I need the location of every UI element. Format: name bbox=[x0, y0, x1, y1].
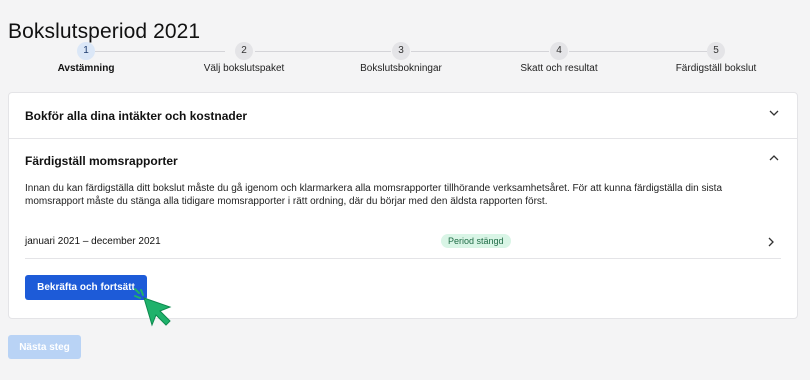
accordion-title: Färdigställ momsrapporter bbox=[25, 154, 178, 168]
step-2[interactable]: 2 Välj bokslutspaket bbox=[164, 42, 324, 74]
progress-stepper: 1 Avstämning 2 Välj bokslutspaket 3 Boks… bbox=[0, 42, 810, 82]
step-label: Välj bokslutspaket bbox=[203, 63, 285, 74]
click-cursor-icon bbox=[134, 288, 172, 327]
chevron-right-icon[interactable] bbox=[767, 237, 775, 247]
closing-checklist-card: Bokför alla dina intäkter och kostnader … bbox=[8, 92, 798, 319]
step-5[interactable]: 5 Färdigställ bokslut bbox=[636, 42, 796, 74]
accordion-header-vat-reports[interactable]: Färdigställ momsrapporter bbox=[9, 139, 797, 179]
confirm-continue-button[interactable]: Bekräfta och fortsätt bbox=[25, 275, 147, 300]
step-label: Färdigställ bokslut bbox=[675, 63, 757, 74]
step-label: Bokslutsbokningar bbox=[360, 63, 442, 74]
step-number: 3 bbox=[392, 42, 410, 60]
step-number: 1 bbox=[77, 42, 95, 60]
accordion-header-income-expenses[interactable]: Bokför alla dina intäkter och kostnader bbox=[9, 93, 797, 139]
step-number: 4 bbox=[550, 42, 568, 60]
step-label: Avstämning bbox=[57, 63, 115, 74]
chevron-up-icon bbox=[769, 155, 779, 161]
page-title: Bokslutsperiod 2021 bbox=[8, 20, 201, 44]
step-number: 2 bbox=[235, 42, 253, 60]
chevron-down-icon bbox=[769, 110, 779, 116]
step-4[interactable]: 4 Skatt och resultat bbox=[479, 42, 639, 74]
next-step-button[interactable]: Nästa steg bbox=[8, 335, 81, 359]
vat-reports-description: Innan du kan färdigställa ditt bokslut m… bbox=[25, 183, 723, 207]
status-badge: Period stängd bbox=[441, 234, 511, 248]
accordion-title: Bokför alla dina intäkter och kostnader bbox=[25, 109, 248, 123]
vat-report-row[interactable]: januari 2021 – december 2021 Period stän… bbox=[25, 226, 781, 259]
step-label: Skatt och resultat bbox=[520, 63, 598, 74]
vat-report-period: januari 2021 – december 2021 bbox=[25, 236, 161, 247]
step-number: 5 bbox=[707, 42, 725, 60]
step-1[interactable]: 1 Avstämning bbox=[6, 42, 166, 74]
step-3[interactable]: 3 Bokslutsbokningar bbox=[321, 42, 481, 74]
